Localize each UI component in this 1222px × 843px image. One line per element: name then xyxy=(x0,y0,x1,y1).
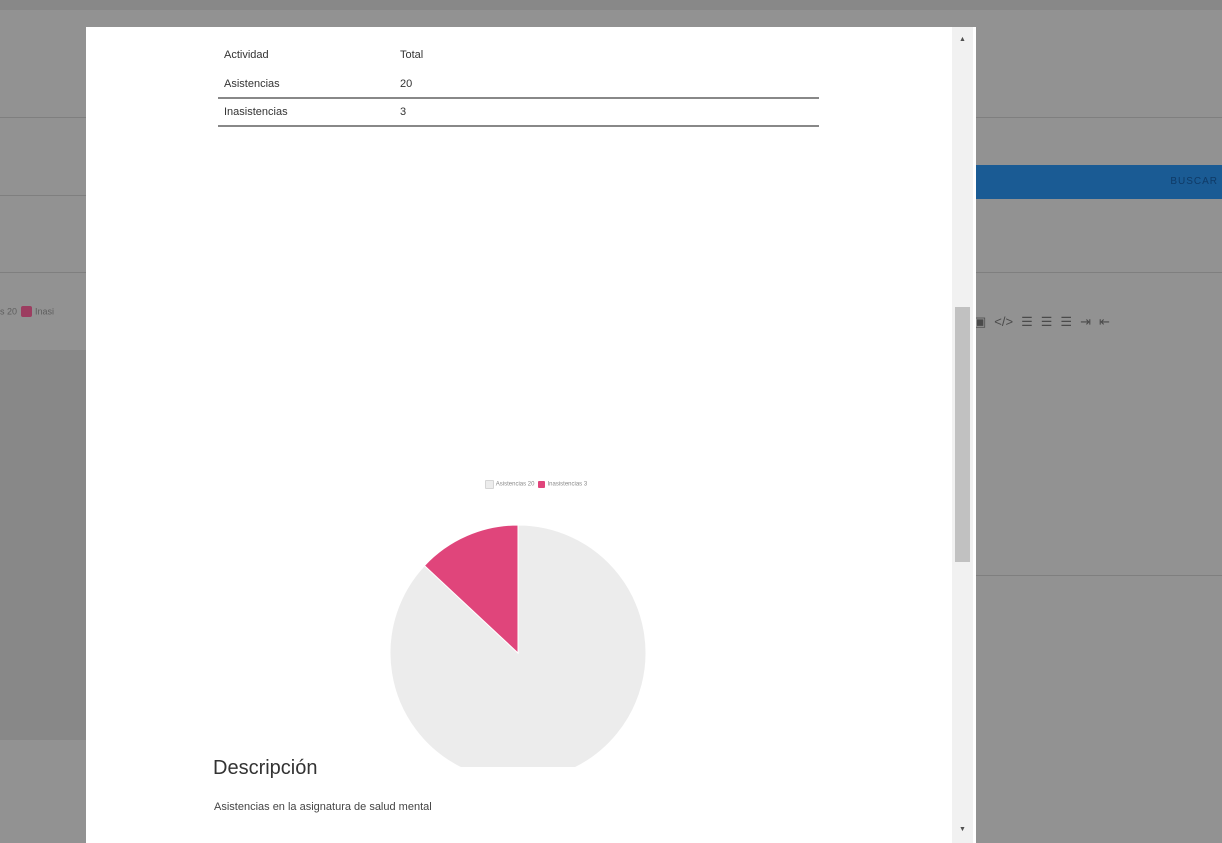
column-header-actividad: Actividad xyxy=(224,49,269,61)
background-divider xyxy=(0,272,86,273)
scroll-up-icon[interactable]: ▲ xyxy=(952,35,973,45)
activity-table: Actividad Total Asistencias 20 Inasisten… xyxy=(218,39,819,127)
background-divider xyxy=(0,117,86,118)
description-text: Asistencias en la asignatura de salud me… xyxy=(214,801,432,813)
table-row: Asistencias 20 xyxy=(218,71,819,99)
search-button[interactable]: BUSCAR xyxy=(972,165,1222,199)
pie-chart-svg xyxy=(389,524,647,767)
table-cell-actividad: Inasistencias xyxy=(218,98,394,127)
table-header-row: Actividad Total xyxy=(218,39,819,71)
background-divider xyxy=(976,272,1222,273)
legend-swatch-icon xyxy=(21,306,33,318)
background-header xyxy=(0,0,1222,10)
align-right-icon[interactable]: ☰ xyxy=(1060,314,1072,329)
report-modal: Actividad Total Asistencias 20 Inasisten… xyxy=(86,27,976,843)
background-chart-legend: s 20 Inasi xyxy=(0,306,55,318)
attendance-pie-chart: Asistencias 20 Inasistencias 3 xyxy=(366,467,706,767)
background-divider xyxy=(976,117,1222,118)
column-header-total: Total xyxy=(400,49,424,61)
editor-toolbar: ▣ </> ☰ ☰ ☰ ⇥ ⇤ xyxy=(974,314,1222,334)
outdent-icon[interactable]: ⇤ xyxy=(1099,314,1110,329)
modal-scrollbar[interactable]: ▲ ▼ xyxy=(952,27,973,843)
description-title: Descripción xyxy=(213,757,318,779)
table-row: Inasistencias 3 xyxy=(218,98,819,127)
background-divider xyxy=(976,575,1222,576)
scrollbar-thumb[interactable] xyxy=(955,307,970,562)
table-cell-total: 3 xyxy=(394,98,819,127)
table-cell-actividad: Asistencias xyxy=(218,71,394,99)
table-cell-total: 20 xyxy=(394,71,819,99)
background-divider xyxy=(0,195,86,196)
code-icon[interactable]: </> xyxy=(994,314,1013,329)
align-center-icon[interactable]: ☰ xyxy=(1041,314,1053,329)
background-chart-panel xyxy=(0,350,86,740)
scroll-down-icon[interactable]: ▼ xyxy=(952,825,973,835)
align-left-icon[interactable]: ☰ xyxy=(1021,314,1033,329)
indent-icon[interactable]: ⇥ xyxy=(1080,314,1091,329)
